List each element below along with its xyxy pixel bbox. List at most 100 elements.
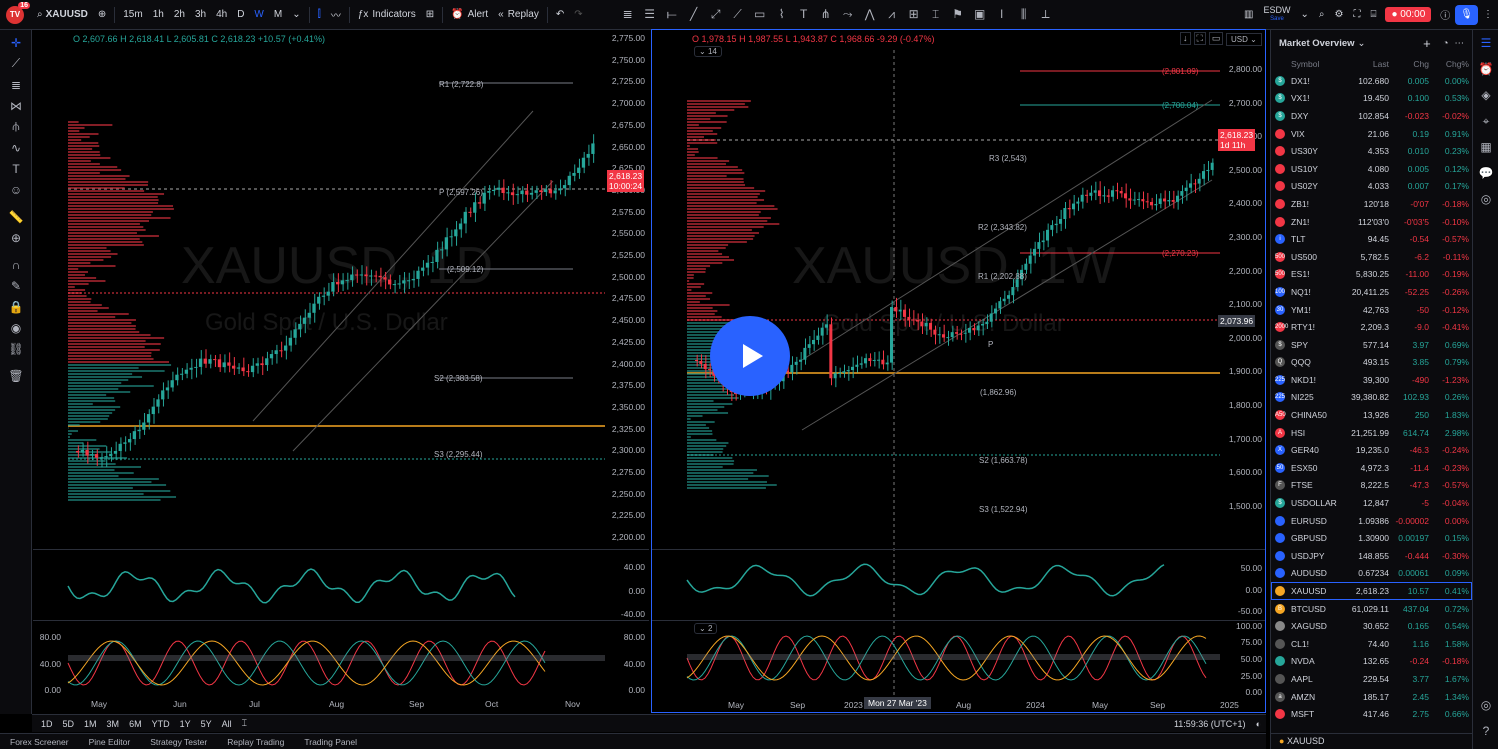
layout-name[interactable]: ESDW Save [1258, 0, 1295, 30]
trend-line-icon[interactable]: ⟋ [0, 53, 32, 74]
indicators-button[interactable]: ƒx Indicators [353, 0, 421, 30]
interval-2h[interactable]: 2h [169, 0, 190, 30]
help-icon[interactable]: ? [1473, 718, 1498, 744]
range-1d[interactable]: 1D [36, 719, 58, 729]
watchlist-row[interactable]: $ VX1! 19.450 0.100 0.53% [1271, 90, 1472, 108]
watchlist-row[interactable]: XAUUSD 2,618.23 10.57 0.41% [1271, 582, 1472, 600]
date-range-icon[interactable]: ⌶ [237, 718, 252, 729]
interval-15m[interactable]: 15m [118, 0, 147, 30]
watchlist-row[interactable]: 100 NQ1! 20,411.25 -52.25 -0.26% [1271, 283, 1472, 301]
watchlist-row[interactable]: A50 CHINA50 13,926 250 1.83% [1271, 406, 1472, 424]
tab-replay-trading[interactable]: Replay Trading [217, 737, 294, 747]
clock-label[interactable]: 11:59:36 (UTC+1) [1169, 719, 1251, 729]
watchlist-row[interactable]: $ DX1! 102.680 0.005 0.00% [1271, 72, 1472, 90]
magnet-icon[interactable]: ∩ [0, 254, 32, 275]
watchlist-row[interactable]: F FTSE 8,222.5 -47.3 -0.57% [1271, 477, 1472, 495]
crosshair-icon[interactable]: ✛ [0, 32, 32, 53]
watchlist-row[interactable]: B BTCUSD 61,029.11 437.04 0.72% [1271, 600, 1472, 618]
tab-strategy-tester[interactable]: Strategy Tester [140, 737, 217, 747]
watchlist-row[interactable]: a AMZN 185.17 2.45 1.34% [1271, 688, 1472, 706]
watchlist-row[interactable]: Q QQQ 493.15 3.85 0.79% [1271, 354, 1472, 372]
watchlist-row[interactable]: 500 US500 5,782.5 -6.2 -0.11% [1271, 248, 1472, 266]
tab-pine-editor[interactable]: Pine Editor [79, 737, 141, 747]
collapse-stoch-button[interactable]: ⌄ 2 [694, 623, 718, 634]
watchlist-icon[interactable]: ☰ [1473, 30, 1498, 56]
watchlist-row[interactable]: MSFT 417.46 2.75 0.66% [1271, 705, 1472, 723]
watchlist-row[interactable]: CL1! 74.40 1.16 1.58% [1271, 635, 1472, 653]
watchlist-row[interactable]: 2000 RTY1! 2,209.3 -9.0 -0.41% [1271, 318, 1472, 336]
interval-1h[interactable]: 1h [148, 0, 169, 30]
info-icon[interactable]: ⓘ [1435, 0, 1455, 30]
watchlist-row[interactable]: AUDUSD 0.67234 0.00061 0.09% [1271, 565, 1472, 583]
watchlist-row[interactable]: 30 YM1! 42,763 -50 -0.12% [1271, 301, 1472, 319]
watchlist-settings-icon[interactable]: ◔ [1443, 38, 1449, 49]
more-icon[interactable]: ⋮ [1478, 0, 1498, 30]
time-axis[interactable]: May Sep 2023 Aug 2024 May Sep 2025 [652, 698, 1265, 712]
fib-retracement-icon[interactable]: ≣ [0, 74, 32, 95]
interval-w[interactable]: W [249, 0, 268, 30]
watchlist-row[interactable]: X GER40 19,235.0 -46.3 -0.24% [1271, 441, 1472, 459]
quick-search-icon[interactable]: ⌕ [1314, 0, 1330, 30]
watchlist-row[interactable]: 225 NI225 39,380.82 102.93 0.26% [1271, 389, 1472, 407]
watchlist-row[interactable]: GBPUSD 1.30900 0.00197 0.15% [1271, 529, 1472, 547]
path-icon[interactable]: ⤳ [838, 7, 858, 22]
text-icon[interactable]: T [794, 7, 814, 22]
fib-icon[interactable]: ≣ [618, 7, 638, 22]
camera-icon[interactable]: ⌸ [1365, 0, 1381, 30]
ruler-icon[interactable]: ⟂ [1036, 7, 1056, 22]
range-1y[interactable]: 1Y [175, 719, 196, 729]
range-3m[interactable]: 3M [102, 719, 125, 729]
tick-icon[interactable]: ǀ [992, 7, 1012, 22]
pattern-icon[interactable]: ⋈ [0, 95, 32, 116]
symbol-details-header[interactable]: ● XAUUSD [1271, 733, 1473, 749]
watchlist-row[interactable]: 225 NKD1! 39,300 -490 -1.23% [1271, 371, 1472, 389]
undo-icon[interactable]: ↶ [551, 0, 569, 30]
ray-icon[interactable]: ⤢ [706, 7, 726, 22]
long-position-icon[interactable]: ⊞ [904, 7, 924, 22]
forecast-icon[interactable]: ⫛ [0, 116, 32, 137]
watchlist-row[interactable]: VIX 21.06 0.19 0.91% [1271, 125, 1472, 143]
fullscreen-icon[interactable]: ⛶ [1348, 0, 1365, 30]
brush-icon[interactable]: ∿ [0, 137, 32, 158]
replay-button[interactable]: «Replay [493, 0, 544, 30]
watchlist-row[interactable]: AAPL 229.54 3.77 1.67% [1271, 670, 1472, 688]
trend-line-icon[interactable]: ╱ [684, 7, 704, 22]
redo-icon[interactable]: ↷ [569, 0, 587, 30]
trash-icon[interactable]: 🗑 [0, 365, 32, 386]
rectangle-icon[interactable]: ▭ [750, 7, 770, 22]
add-symbol-icon[interactable]: + [1423, 36, 1431, 51]
interval-4h[interactable]: 4h [211, 0, 232, 30]
watchlist-row[interactable]: $ USDOLLAR 12,847 -5 -0.04% [1271, 494, 1472, 512]
date-range-icon[interactable]: ⌶ [926, 7, 946, 22]
time-axis[interactable]: May Jun Jul Aug Sep Oct Nov [33, 697, 649, 711]
watchlist-title[interactable]: Market Overview [1279, 38, 1355, 49]
zoom-in-icon[interactable]: ⊕ [0, 227, 32, 248]
chevron-down-icon[interactable]: ⌄ [1295, 0, 1313, 30]
watchlist-row[interactable]: XAGUSD 30.652 0.165 0.54% [1271, 617, 1472, 635]
tab-trading-panel[interactable]: Trading Panel [294, 737, 367, 747]
range-all[interactable]: All [217, 719, 237, 729]
settings-gear-icon[interactable]: ⚙ [1329, 0, 1348, 30]
ideas-icon[interactable]: ◎ [1473, 186, 1498, 212]
range-5d[interactable]: 5D [58, 719, 80, 729]
price-axis[interactable]: 2,775.00 2,750.00 2,725.00 2,700.00 2,675.00… [605, 31, 649, 551]
lock-drawing-icon[interactable]: ✎ [0, 275, 32, 296]
alerts-clock-icon[interactable]: ⏰ [1473, 56, 1498, 82]
chevron-down-icon[interactable]: ⌄ [1358, 38, 1366, 49]
compare-add-icon[interactable]: ⊕ [93, 0, 111, 30]
extended-line-icon[interactable]: ⟋ [728, 7, 748, 22]
watchlist-row[interactable]: USDJPY 148.855 -0.444 -0.30% [1271, 547, 1472, 565]
candles-icon[interactable]: ⫿ [313, 0, 326, 30]
watchlist-row[interactable]: 50 ESX50 4,972.3 -11.4 -0.23% [1271, 459, 1472, 477]
pane-divider[interactable] [652, 620, 1265, 621]
pitchfork-icon[interactable]: ⋔ [816, 7, 836, 22]
brush-icon[interactable]: ⌇ [772, 7, 792, 22]
horizontal-ray-icon[interactable]: ⟝ [662, 7, 682, 22]
watchlist-row[interactable]: $ SPY 577.14 3.97 0.69% [1271, 336, 1472, 354]
layers-icon[interactable]: ◈ [1473, 82, 1498, 108]
record-button[interactable]: ● 00:00 [1385, 7, 1432, 22]
layout-icon[interactable]: ▥ [1239, 0, 1258, 30]
alert-button[interactable]: ⏰ Alert [446, 0, 493, 30]
xabcd-icon[interactable]: ⩘ [882, 7, 902, 22]
chart-pane-daily[interactable]: O 2,607.66 H 2,618.41 L 2,605.81 C 2,618… [33, 31, 649, 713]
